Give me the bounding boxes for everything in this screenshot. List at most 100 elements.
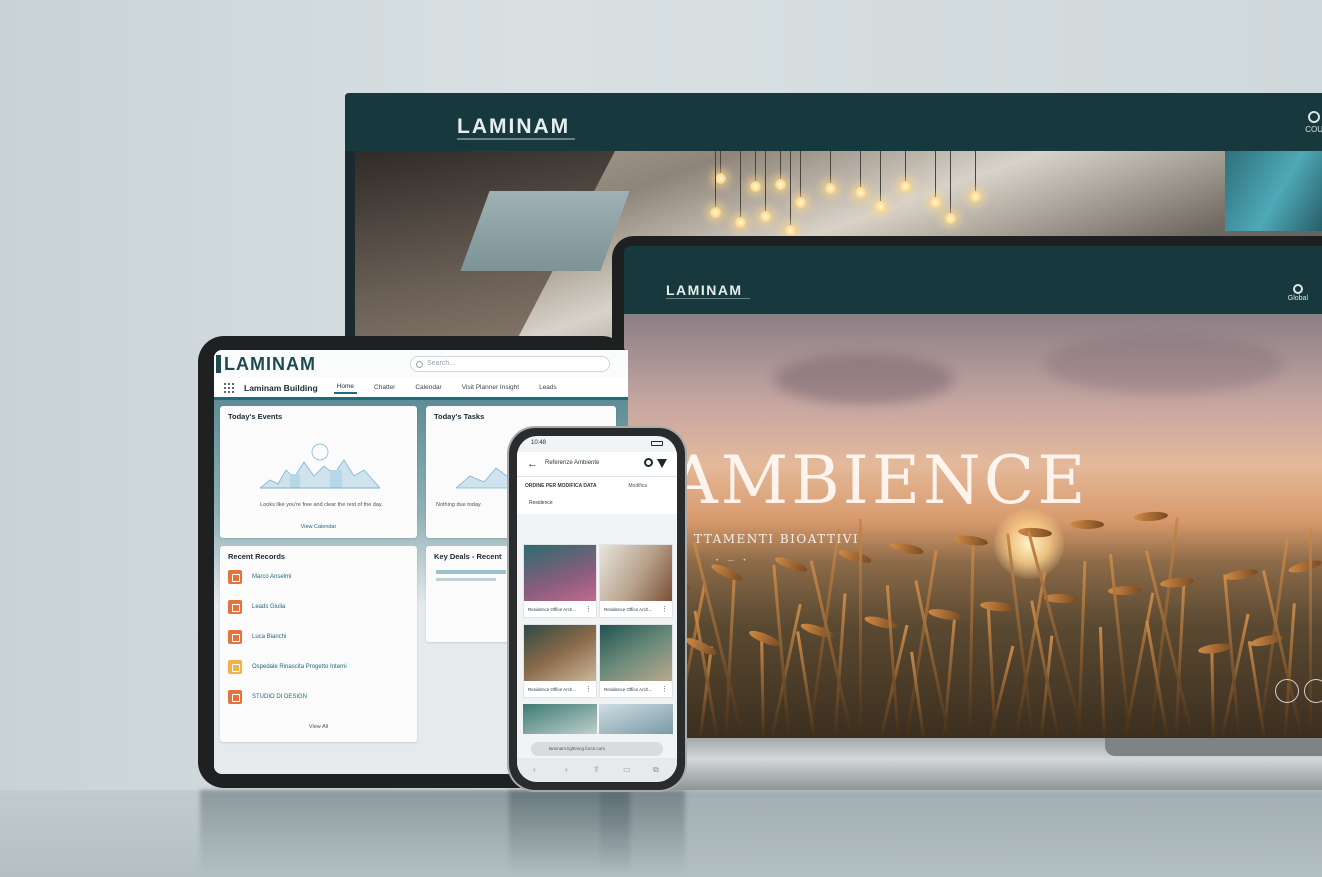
laptop-country-selector[interactable]: Global xyxy=(1288,284,1308,302)
monitor-logo[interactable]: LAMINAM xyxy=(457,115,570,139)
reference-tile-partial[interactable] xyxy=(599,704,673,734)
pendant-wire xyxy=(800,151,801,197)
reference-tile-partial[interactable] xyxy=(523,704,597,734)
recent-record-item[interactable]: Ospedale Rinascita Progetto Interni xyxy=(228,660,347,674)
more-vertical-icon[interactable]: ⋮ xyxy=(585,605,592,613)
recent-record-label[interactable]: Marco Anselmi xyxy=(252,574,291,580)
reference-tile[interactable]: Residence Office Arch... ⋮ xyxy=(599,624,673,698)
pendant-wire xyxy=(790,151,791,225)
city-illustration xyxy=(260,443,380,489)
recent-record-item[interactable]: Leads Giulia xyxy=(228,600,285,614)
pendant-bulb xyxy=(795,197,806,208)
pendant-bulb xyxy=(715,173,726,184)
tile-image xyxy=(524,545,596,601)
pendant-bulb xyxy=(750,181,761,192)
phone-title: Referenze Ambiente xyxy=(545,460,600,466)
cloud xyxy=(774,354,954,404)
filter-icon[interactable] xyxy=(657,459,667,468)
grass-seed-head xyxy=(889,540,925,557)
battery-icon xyxy=(651,441,663,446)
grass-blade xyxy=(859,519,862,744)
browser-back-icon[interactable]: ‹ xyxy=(533,765,536,774)
phone-status-bar: 10:48 xyxy=(517,436,677,452)
view-calendar-link[interactable]: View Calendar xyxy=(220,524,417,530)
record-icon xyxy=(228,660,242,674)
reference-tile[interactable]: Residence Office Arch... ⋮ xyxy=(599,544,673,618)
grass-blade xyxy=(724,572,736,744)
grass-blade xyxy=(809,560,855,744)
hero-subtitle: TTAMENTI BIOATTIVI xyxy=(694,532,860,546)
grass-blade xyxy=(1109,553,1132,744)
recent-record-label[interactable]: Ospedale Rinascita Progetto Interni xyxy=(252,664,347,670)
search-icon[interactable] xyxy=(644,458,653,467)
tab-calendar[interactable]: Calendar xyxy=(412,382,444,393)
tablet-topbar: LAMINAM Search... xyxy=(214,350,628,378)
recent-records-card: Recent Records Marco Anselmi Leads Giuli… xyxy=(220,546,417,742)
tab-home[interactable]: Home xyxy=(333,381,358,394)
phone-header: ← Referenze Ambiente xyxy=(517,452,677,476)
recent-record-item[interactable]: STUDIO DI DESIGN xyxy=(228,690,307,704)
recent-record-label[interactable]: Luca Bianchi xyxy=(252,634,286,640)
phone-chip-row: Residence xyxy=(517,496,677,514)
view-all-link[interactable]: View All xyxy=(220,724,417,730)
laptop-logo[interactable]: LAMINAM xyxy=(666,282,743,298)
globe-icon xyxy=(1292,284,1303,294)
more-vertical-icon[interactable]: ⋮ xyxy=(585,685,592,693)
app-launcher-icon[interactable] xyxy=(224,382,234,393)
grass-seed-head xyxy=(927,607,963,622)
reference-tile[interactable]: Residence Office Arch... ⋮ xyxy=(523,624,597,698)
tabs-icon[interactable]: ⧉ xyxy=(653,765,659,775)
tab-chatter[interactable]: Chatter xyxy=(371,382,398,393)
laptop-screen: LAMINAM Global AMBIENCE TTAMENTI BIOATTI… xyxy=(624,246,1322,744)
sort-dropdown[interactable]: Modifica xyxy=(628,483,647,489)
pendant-bulb xyxy=(875,201,886,212)
monitor-country-selector[interactable]: COU xyxy=(1305,111,1322,134)
browser-forward-icon[interactable]: › xyxy=(565,765,568,774)
tablet-search-input[interactable]: Search... xyxy=(410,356,610,372)
deal-row-meta xyxy=(436,578,496,581)
back-arrow-icon[interactable]: ← xyxy=(527,458,538,470)
pendant-wire xyxy=(780,151,781,179)
glass-wall xyxy=(1225,151,1322,231)
filter-chip[interactable]: Residence xyxy=(529,500,553,506)
share-icon[interactable]: ⇪ xyxy=(593,765,600,774)
pendant-wire xyxy=(860,151,861,187)
recent-records-title: Recent Records xyxy=(228,552,286,561)
tile-image xyxy=(524,625,596,681)
reference-tile[interactable]: Residence Office Arch... ⋮ xyxy=(523,544,597,618)
grass-seed-head xyxy=(979,600,1015,613)
browser-url-text: laminam.lightning.force.com xyxy=(549,746,606,751)
recent-record-item[interactable]: Luca Bianchi xyxy=(228,630,286,644)
monitor-header: LAMINAM COU xyxy=(345,93,1322,151)
pendant-wire xyxy=(905,151,906,181)
recent-record-label[interactable]: Leads Giulia xyxy=(252,604,285,610)
tablet-logo[interactable]: LAMINAM xyxy=(224,354,316,375)
pendant-wire xyxy=(740,151,741,217)
more-vertical-icon[interactable]: ⋮ xyxy=(661,605,668,613)
record-icon xyxy=(228,600,242,614)
grass-blade xyxy=(1210,647,1215,744)
grass-seed-head xyxy=(1197,641,1233,656)
tab-leads[interactable]: Leads xyxy=(536,382,560,393)
events-card: Today's Events Looks like you're free an… xyxy=(220,406,417,538)
grass-blade xyxy=(968,540,975,744)
pendant-bulb xyxy=(710,207,721,218)
carousel-prev-button[interactable] xyxy=(1275,679,1299,703)
pendant-bulb xyxy=(825,183,836,194)
bookmarks-icon[interactable]: ▭ xyxy=(623,765,631,774)
record-icon xyxy=(228,570,242,584)
laptop-hero-image: AMBIENCE TTAMENTI BIOATTIVI • — • xyxy=(624,314,1322,744)
recent-record-item[interactable]: Marco Anselmi xyxy=(228,570,291,584)
tile-image xyxy=(600,545,672,601)
recent-record-label[interactable]: STUDIO DI DESIGN xyxy=(252,694,307,700)
more-vertical-icon[interactable]: ⋮ xyxy=(661,685,668,693)
phone-time: 10:48 xyxy=(531,440,547,446)
browser-url-bar[interactable]: laminam.lightning.force.com xyxy=(531,742,663,756)
tab-visit-planner[interactable]: Visit Planner Insight xyxy=(459,382,522,393)
carousel-next-button[interactable] xyxy=(1304,679,1322,703)
pendant-bulb xyxy=(945,213,956,224)
grass-seed-head xyxy=(1070,520,1104,529)
deal-row[interactable] xyxy=(436,570,506,574)
monitor-logo-tagline xyxy=(457,138,575,140)
phone-reflection xyxy=(509,790,685,877)
